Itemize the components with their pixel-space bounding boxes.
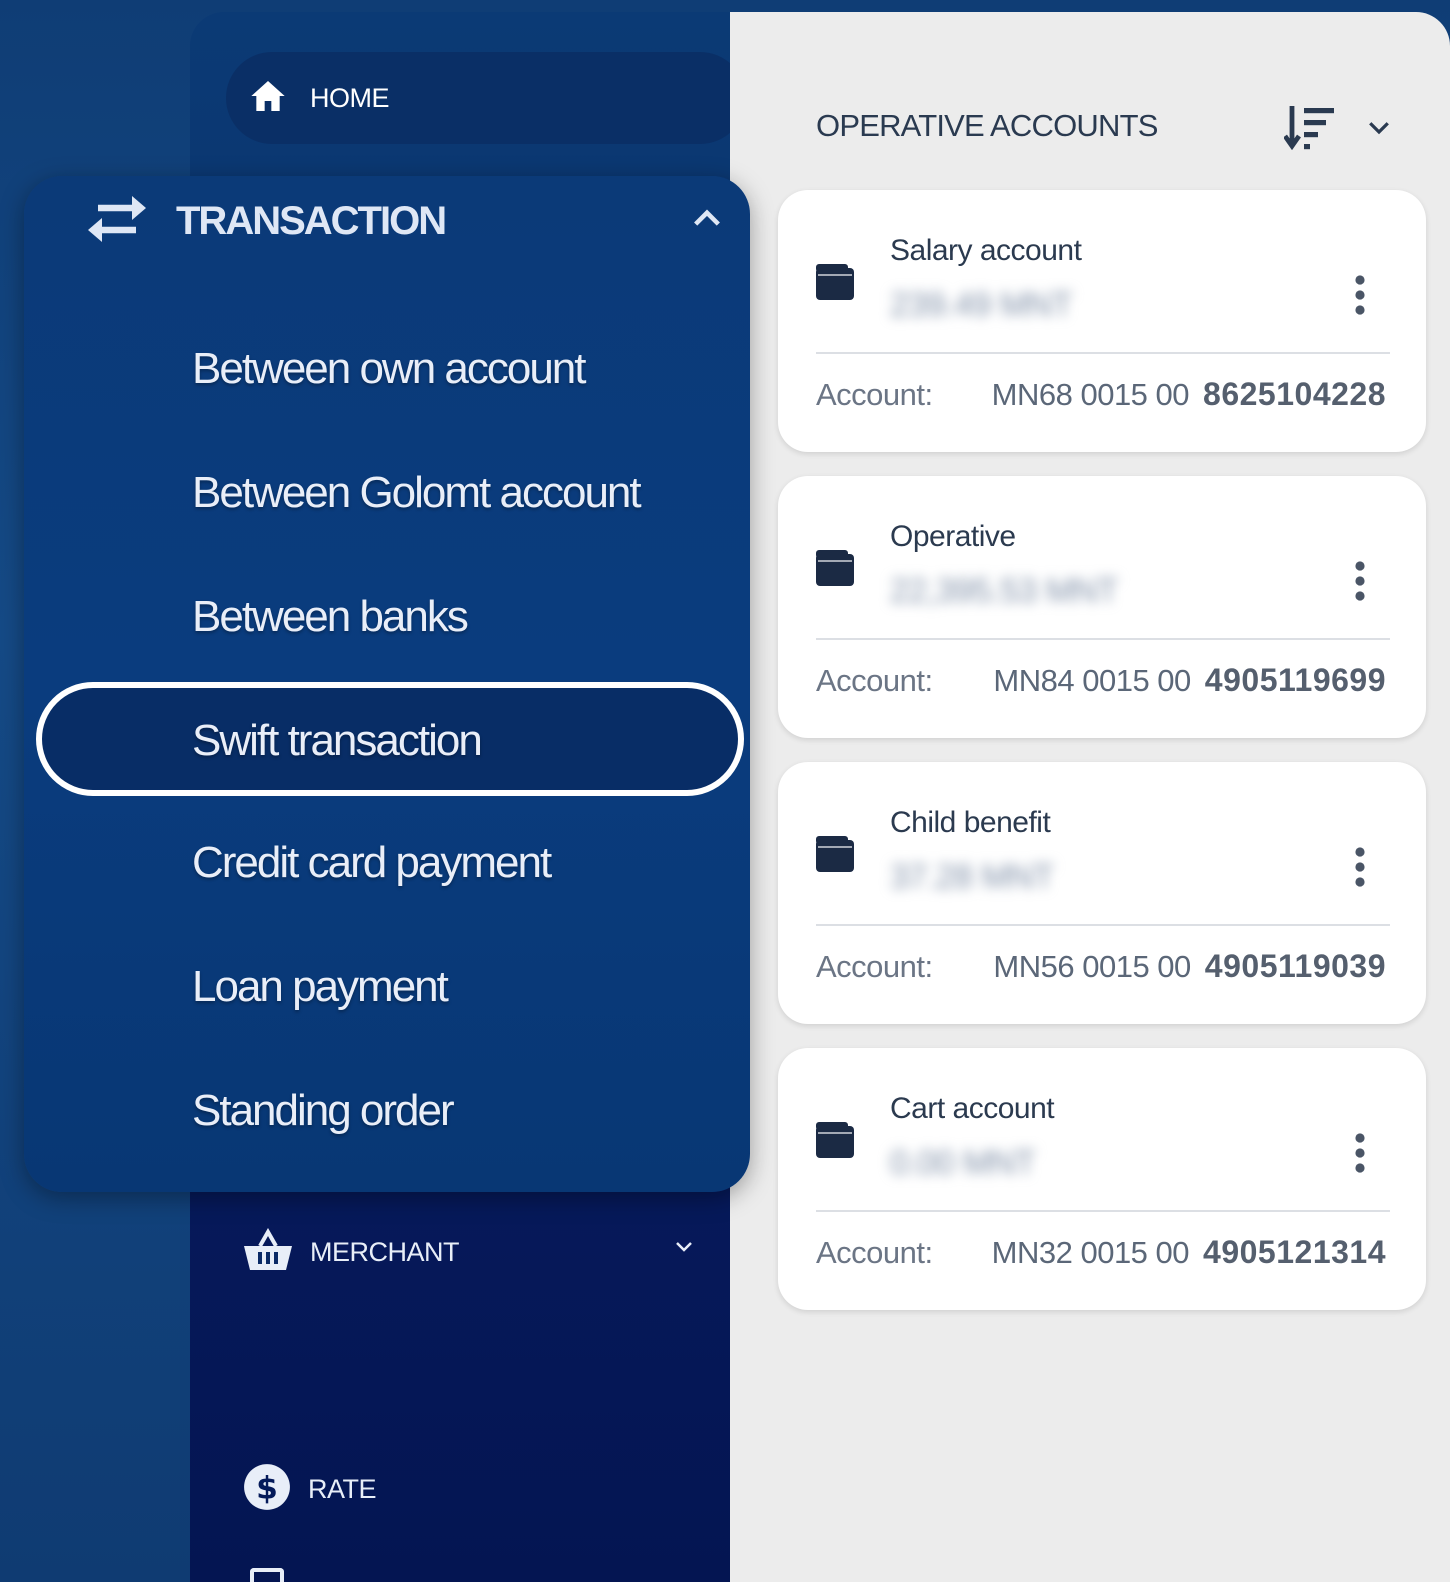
account-name: Child benefit (890, 806, 1051, 839)
divider (816, 1210, 1390, 1212)
transaction-header[interactable]: TRANSACTION (82, 192, 447, 251)
sidebar-item-merchant[interactable]: MERCHANT (242, 1227, 692, 1277)
menu-item-loan-payment[interactable]: Loan payment (192, 962, 449, 1012)
swap-arrows-icon (82, 192, 152, 251)
sidebar-item-partial-icon (250, 1568, 284, 1582)
home-icon (248, 76, 288, 121)
kebab-icon[interactable] (1354, 1132, 1366, 1179)
account-card[interactable]: Cart account 0.00 MNT Account: MN32 0015… (778, 1048, 1426, 1310)
kebab-icon[interactable] (1354, 560, 1366, 607)
account-number-row: Account: MN68 0015 00 8625104228 (816, 376, 1386, 413)
transaction-title: TRANSACTION (176, 199, 447, 243)
wallet-icon (816, 550, 856, 591)
account-number: 4905119699 (1204, 662, 1386, 698)
menu-item-between-banks[interactable]: Between banks (192, 592, 469, 642)
account-name: Operative (890, 520, 1016, 553)
chevron-down-icon (1364, 112, 1394, 147)
sort-control[interactable] (1283, 104, 1394, 155)
menu-item-standing-order[interactable]: Standing order (192, 1086, 455, 1136)
wallet-icon (816, 1122, 856, 1163)
account-name: Salary account (890, 234, 1082, 267)
sidebar-item-label: HOME (310, 82, 390, 113)
menu-item-credit-card-payment[interactable]: Credit card payment (192, 838, 552, 888)
menu-item-swift-transaction[interactable]: Swift transaction (192, 716, 483, 766)
account-name: Cart account (890, 1092, 1055, 1125)
wallet-icon (816, 264, 856, 305)
account-balance: 22,395.53 MNT (890, 572, 1118, 610)
divider (816, 638, 1390, 640)
menu-item-between-golomt-account[interactable]: Between Golomt account (192, 468, 642, 518)
kebab-icon[interactable] (1354, 274, 1366, 321)
kebab-icon[interactable] (1354, 846, 1366, 893)
iban-prefix: MN56 0015 00 (993, 948, 1191, 984)
iban-prefix: MN32 0015 00 (991, 1234, 1190, 1270)
wallet-icon (816, 836, 856, 877)
divider (816, 924, 1390, 926)
account-card[interactable]: Child benefit 37.28 MNT Account: MN56 00… (778, 762, 1426, 1024)
account-number: 4905119039 (1204, 948, 1386, 984)
account-number-row: Account: MN56 0015 00 4905119039 (816, 948, 1386, 985)
sidebar-item-label: MERCHANT (310, 1237, 460, 1267)
account-balance: 37.28 MNT (890, 858, 1054, 896)
account-label: Account: (816, 1234, 933, 1270)
account-card[interactable]: Operative 22,395.53 MNT Account: MN84 00… (778, 476, 1426, 738)
account-balance: 0.00 MNT (890, 1144, 1036, 1182)
chevron-up-icon[interactable] (690, 204, 724, 235)
account-label: Account: (816, 376, 933, 412)
account-label: Account: (816, 948, 933, 984)
iban-prefix: MN84 0015 00 (993, 662, 1191, 698)
chevron-down-icon (672, 1234, 696, 1263)
transaction-dropdown: TRANSACTION Between own account Between … (24, 176, 750, 1192)
account-number-row: Account: MN84 0015 00 4905119699 (816, 662, 1386, 699)
menu-item-between-own-account[interactable]: Between own account (192, 344, 587, 394)
account-card[interactable]: Salary account 239.49 MNT Account: MN68 … (778, 190, 1426, 452)
account-balance: 239.49 MNT (890, 286, 1073, 324)
svg-text:$: $ (256, 1470, 278, 1506)
sort-icon (1283, 104, 1336, 155)
iban-prefix: MN68 0015 00 (991, 376, 1190, 412)
basket-icon (242, 1227, 294, 1277)
account-number: 8625104228 (1203, 376, 1386, 412)
section-title: OPERATIVE ACCOUNTS (816, 108, 1158, 143)
sidebar-item-rate[interactable]: $ RATE (242, 1462, 377, 1517)
sidebar-item-label: RATE (308, 1474, 377, 1504)
account-number-row: Account: MN32 0015 00 4905121314 (816, 1234, 1386, 1271)
sidebar-item-home[interactable]: HOME (226, 52, 746, 144)
account-number: 4905121314 (1203, 1234, 1386, 1270)
dollar-circle-icon: $ (242, 1462, 292, 1517)
account-label: Account: (816, 662, 933, 698)
divider (816, 352, 1390, 354)
